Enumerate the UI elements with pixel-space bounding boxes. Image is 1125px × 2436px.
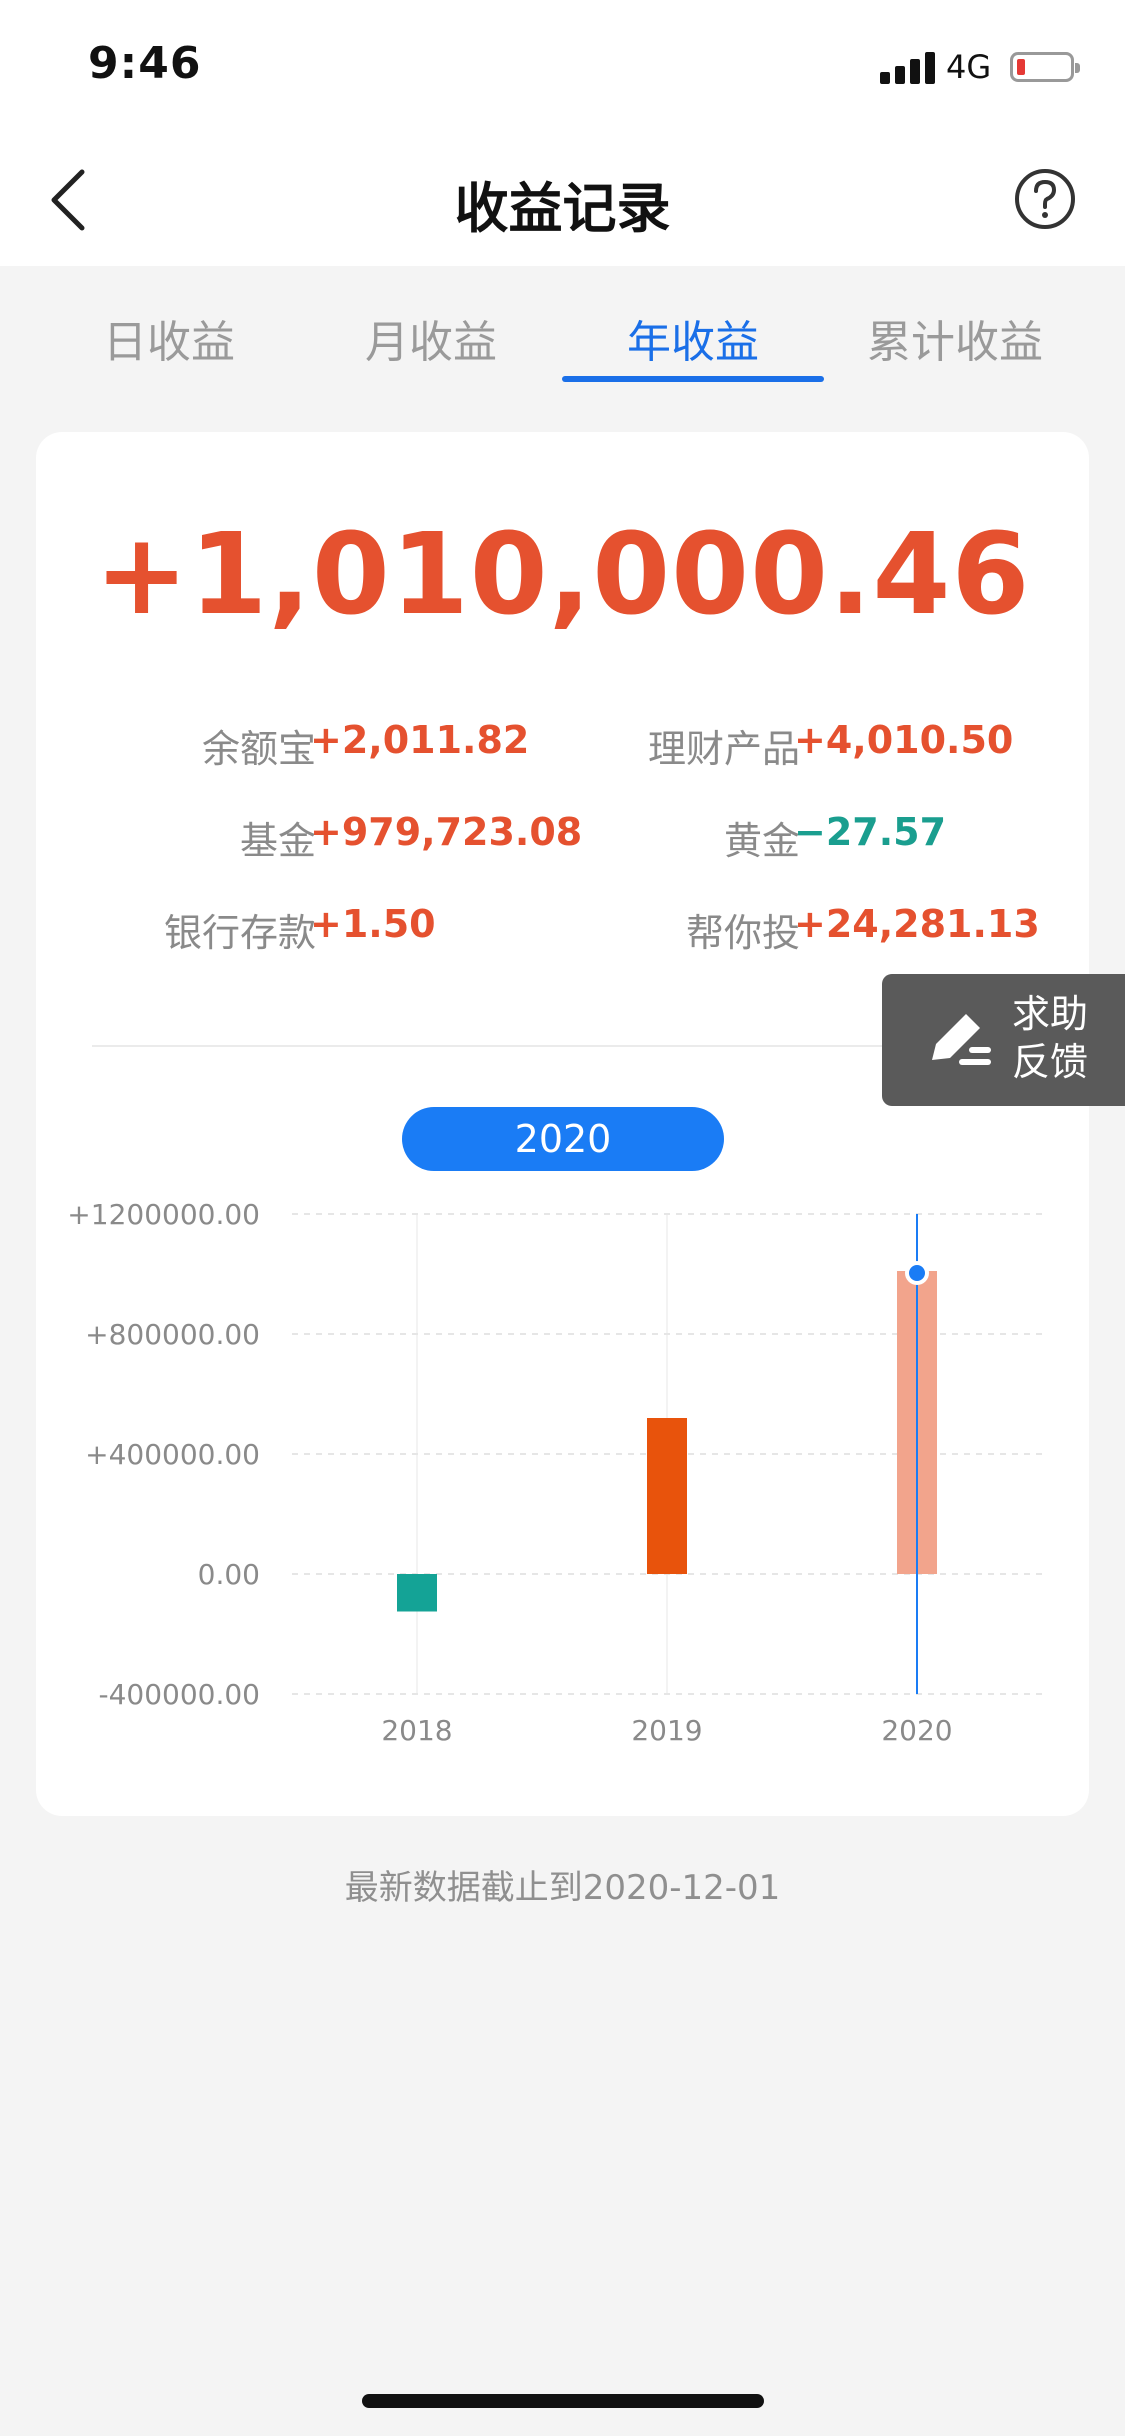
y-tick-label: 0.00 — [198, 1558, 260, 1591]
feedback-button[interactable]: 求助 反馈 — [882, 974, 1125, 1106]
x-tick-label: 2019 — [631, 1714, 702, 1747]
feedback-label-line2: 反馈 — [1012, 1040, 1089, 1084]
y-tick-label: +800000.00 — [85, 1318, 260, 1351]
pencil-icon — [932, 1014, 991, 1065]
bar-2019 — [647, 1418, 687, 1574]
home-indicator — [362, 2394, 764, 2408]
y-tick-label: +1200000.00 — [67, 1198, 260, 1231]
x-tick-label: 2020 — [881, 1714, 952, 1747]
y-tick-label: -400000.00 — [98, 1678, 260, 1711]
bar-2018 — [397, 1574, 437, 1612]
selection-dot — [909, 1265, 925, 1281]
y-tick-label: +400000.00 — [85, 1438, 260, 1471]
yearly-earnings-chart[interactable]: +1200000.00 +800000.00 +400000.00 0.00 -4000… — [0, 0, 1125, 1800]
data-cutoff-note: 最新数据截止到2020-12-01 — [344, 1868, 781, 1908]
feedback-label-line1: 求助 — [1012, 992, 1089, 1036]
x-tick-label: 2018 — [381, 1714, 452, 1747]
